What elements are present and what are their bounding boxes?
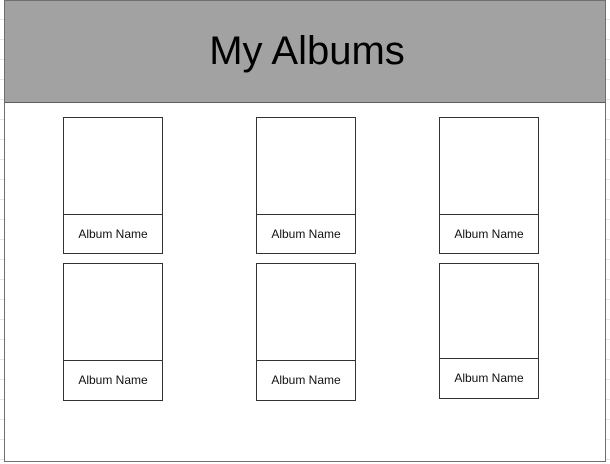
album-cover-image[interactable] <box>64 118 162 215</box>
album-name-label: Album Name <box>454 371 524 385</box>
album-cover-image[interactable] <box>257 118 355 215</box>
album-card[interactable]: Album Name <box>439 117 539 254</box>
album-cover-image[interactable] <box>440 118 538 215</box>
album-name-label: Album Name <box>78 227 148 241</box>
album-cover-image[interactable] <box>257 264 355 361</box>
album-name-label: Album Name <box>78 373 148 387</box>
album-card[interactable]: Album Name <box>256 263 356 401</box>
albums-window: My Albums Album Name Album Name Album Na… <box>4 0 606 462</box>
album-card[interactable]: Album Name <box>256 117 356 254</box>
album-name-label: Album Name <box>271 373 341 387</box>
page-title: My Albums <box>209 29 405 73</box>
album-cover-image[interactable] <box>64 264 162 361</box>
album-card[interactable]: Album Name <box>439 263 539 399</box>
page-header: My Albums <box>5 1 605 103</box>
album-name-label: Album Name <box>271 227 341 241</box>
album-card[interactable]: Album Name <box>63 117 163 254</box>
album-cover-image[interactable] <box>440 264 538 359</box>
album-name-label: Album Name <box>454 227 524 241</box>
album-card[interactable]: Album Name <box>63 263 163 401</box>
